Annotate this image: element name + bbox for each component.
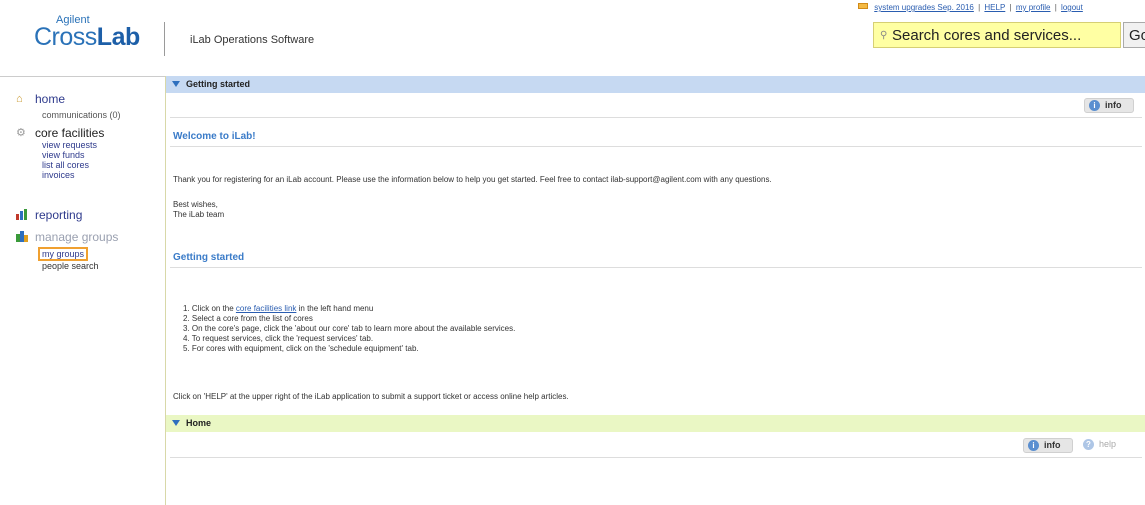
header-divider (164, 22, 165, 56)
divider (170, 457, 1142, 458)
steps-list: 1. Click on the core facilities link in … (183, 304, 515, 354)
home-info-button[interactable]: i info (1023, 438, 1073, 453)
sidebar-item-manage-groups-label: manage groups (35, 230, 119, 244)
divider (170, 117, 1142, 118)
sidebar-item-reporting-label: reporting (35, 208, 83, 222)
groups-icon (16, 231, 30, 243)
agilent-crosslab-logo[interactable]: Agilent CrossLab (34, 14, 144, 54)
getting-started-heading: Getting started (173, 252, 245, 263)
core-facilities-link[interactable]: core facilities link (236, 304, 296, 313)
nav-group-core-facilities: ⚙ core facilities view requests view fun… (16, 126, 104, 180)
step-item: 3. On the core's page, click the 'about … (183, 324, 516, 333)
step-item: 2. Select a core from the list of cores (183, 314, 313, 323)
app-title: iLab Operations Software (190, 34, 315, 46)
home-icon: ⌂ (16, 93, 23, 105)
signoff-line-1: Best wishes, (173, 200, 218, 209)
sidebar-item-home[interactable]: ⌂ home (16, 92, 121, 106)
info-icon: i (1028, 440, 1039, 451)
step-item: 5. For cores with equipment, click on th… (183, 344, 419, 353)
search-box: ⚲ (873, 22, 1121, 48)
info-button[interactable]: i info (1084, 98, 1134, 113)
help-note: Click on 'HELP' at the upper right of th… (173, 392, 569, 401)
nav-group-home: ⌂ home communications (0) (16, 92, 121, 120)
sidebar-top-rule (0, 76, 165, 77)
info-button-label: info (1105, 100, 1122, 110)
step-item: 4. To request services, click the 'reque… (183, 334, 374, 343)
sidebar-item-my-groups[interactable]: my groups (38, 247, 89, 261)
sidebar-item-home-label: home (35, 92, 66, 106)
sidebar-item-view-funds[interactable]: view funds (42, 150, 104, 160)
sidebar-item-list-all-cores[interactable]: list all cores (42, 160, 104, 170)
search-icon: ⚲ (880, 30, 888, 41)
header: Agilent CrossLab iLab Operations Softwar… (0, 0, 1145, 68)
sidebar-item-view-requests[interactable]: view requests (42, 140, 104, 150)
my-profile-link[interactable]: my profile (1016, 3, 1051, 12)
signoff-line-2: The iLab team (173, 210, 225, 219)
divider (170, 146, 1142, 147)
help-icon: ? (1083, 439, 1094, 450)
home-info-button-label: info (1044, 440, 1061, 450)
nav-group-reporting: reporting (16, 208, 82, 222)
system-upgrades-link[interactable]: system upgrades Sep. 2016 (874, 3, 974, 12)
collapse-triangle-icon (172, 81, 180, 87)
sidebar-item-communications[interactable]: communications (0) (42, 110, 121, 120)
main-content: Getting started i info Welcome to iLab! … (165, 76, 1145, 505)
sidebar-item-invoices[interactable]: invoices (42, 170, 104, 180)
home-panel-title: Home (186, 418, 212, 428)
nav-group-manage-groups: manage groups my groups people search (16, 230, 118, 271)
home-panel-header[interactable]: Home (166, 415, 1145, 432)
search-input[interactable] (892, 25, 1118, 45)
sidebar: ⌂ home communications (0) ⚙ core facilit… (0, 76, 165, 505)
logo-brand: CrossLab (34, 23, 140, 51)
logout-link[interactable]: logout (1061, 3, 1083, 12)
collapse-triangle-icon (172, 420, 180, 426)
home-help-button-label: help (1099, 439, 1117, 449)
info-icon: i (1089, 100, 1100, 111)
divider (170, 267, 1142, 268)
home-help-button[interactable]: ? help (1081, 438, 1116, 453)
bar-chart-icon (16, 209, 30, 221)
getting-started-panel-title: Getting started (186, 79, 251, 89)
gear-icon: ⚙ (16, 127, 26, 139)
help-link[interactable]: HELP (984, 3, 1005, 12)
announcement-icon (858, 3, 868, 9)
sidebar-item-core-facilities[interactable]: ⚙ core facilities (16, 126, 104, 140)
top-links: system upgrades Sep. 2016 | HELP | my pr… (858, 3, 1083, 12)
welcome-heading: Welcome to iLab! (173, 131, 256, 142)
step-item: 1. Click on the core facilities link in … (183, 304, 374, 313)
sidebar-item-core-facilities-label: core facilities (35, 126, 105, 140)
getting-started-panel-header[interactable]: Getting started (166, 76, 1145, 93)
sidebar-item-reporting[interactable]: reporting (16, 208, 82, 222)
sidebar-item-manage-groups[interactable]: manage groups (16, 230, 118, 244)
sidebar-item-people-search[interactable]: people search (42, 261, 118, 271)
go-button[interactable]: Go (1123, 22, 1145, 48)
intro-text: Thank you for registering for an iLab ac… (173, 175, 772, 184)
